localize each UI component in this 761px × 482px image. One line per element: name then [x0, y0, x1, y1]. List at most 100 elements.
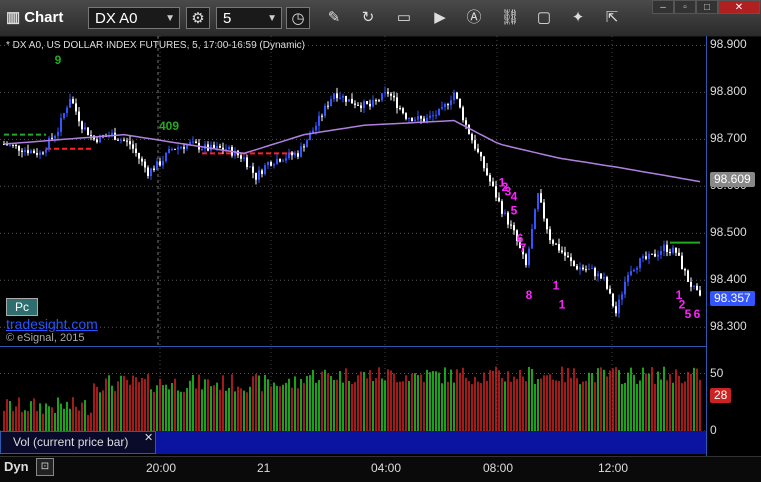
price-bar-body: [126, 140, 128, 142]
price-bar-body: [87, 127, 89, 136]
price-bar-body: [138, 153, 140, 159]
price-bar-body: [414, 119, 416, 122]
price-bar-body: [561, 250, 563, 253]
volume-pane-bar: [156, 431, 706, 454]
sequence-count-label: 5: [511, 203, 518, 217]
price-bar-body: [387, 91, 389, 94]
price-bar-body: [579, 267, 581, 270]
price-bar-body: [405, 113, 407, 119]
price-bar-body: [216, 145, 218, 149]
ma-value-tag: 98.609: [710, 172, 755, 187]
price-bar-body: [249, 166, 251, 168]
price-tick-label: 98.300: [710, 319, 747, 334]
price-bar-body: [432, 115, 434, 117]
price-bar-body: [36, 153, 38, 155]
price-bar-body: [690, 281, 692, 287]
price-bar-body: [420, 116, 422, 119]
price-tick-label: 98.900: [710, 37, 747, 52]
price-bar-body: [240, 155, 242, 159]
price-bar-body: [123, 139, 125, 141]
price-bar-body: [57, 131, 59, 136]
copyright-text: © eSignal, 2015: [6, 332, 85, 344]
price-bar-body: [69, 99, 71, 108]
price-bar-body: [282, 160, 284, 162]
price-bar-body: [501, 201, 503, 214]
price-bar-body: [543, 202, 545, 219]
price-bar-body: [171, 148, 173, 150]
price-bar-body: [114, 132, 116, 140]
price-bar-body: [465, 120, 467, 125]
price-bar-body: [33, 150, 35, 154]
price-bar-body: [96, 139, 98, 143]
price-bar-body: [606, 277, 608, 289]
price-bar-body: [141, 158, 143, 162]
sequence-count-label: 1: [553, 279, 560, 293]
price-bar-body: [576, 265, 578, 270]
tradesight-link[interactable]: tradesight.com: [6, 316, 98, 332]
sequence-annotations: 9409123 4567811125 6: [55, 53, 701, 321]
close-icon[interactable]: ✕: [144, 431, 153, 444]
price-bar-body: [681, 255, 683, 270]
price-bar-body: [507, 212, 509, 225]
price-bar-body: [42, 152, 44, 154]
price-bar-body: [147, 167, 149, 177]
price-bar-body: [480, 152, 482, 157]
price-tick-label: 98.500: [710, 225, 747, 240]
price-bar-body: [66, 107, 68, 114]
price-bar-body: [486, 168, 488, 176]
time-tick-label: 20:00: [146, 461, 177, 475]
price-bar-body: [654, 253, 656, 257]
price-bar-body: [378, 100, 380, 102]
price-bar-body: [303, 146, 305, 148]
price-bar-body: [591, 268, 593, 270]
price-bar-body: [408, 117, 410, 119]
price-bar-body: [72, 99, 74, 104]
price-bar-body: [630, 271, 632, 276]
price-bar-body: [525, 254, 527, 266]
price-bar-body: [150, 168, 152, 177]
price-bar-body: [291, 152, 293, 156]
price-bar-body: [585, 269, 587, 271]
price-bar-body: [513, 225, 515, 231]
price-bar-body: [555, 243, 557, 245]
chart-canvas: 9409123 4567811125 6: [0, 36, 706, 455]
price-bar-body: [54, 135, 56, 139]
price-bar-body: [462, 107, 464, 121]
price-bar-body: [618, 299, 620, 314]
price-bar-body: [510, 224, 512, 226]
price-bar-body: [609, 288, 611, 294]
price-bar-body: [594, 268, 596, 277]
price-bar-body: [678, 252, 680, 256]
price-bar-body: [15, 145, 17, 147]
pane-divider[interactable]: [0, 346, 706, 347]
price-bar-body: [537, 193, 539, 210]
dynamic-label[interactable]: Dyn: [4, 459, 29, 474]
price-bar-body: [564, 252, 566, 256]
price-bar-body: [276, 159, 278, 165]
price-bar-body: [300, 146, 302, 157]
time-tick-label: 21: [257, 461, 271, 475]
lock-icon[interactable]: ⊡: [36, 458, 54, 476]
price-bar-body: [81, 121, 83, 130]
price-bar-body: [330, 99, 332, 107]
price-bar-body: [21, 150, 23, 152]
price-bar-body: [477, 148, 479, 153]
volume-tick-label: 50: [710, 365, 724, 380]
price-bar-body: [684, 269, 686, 271]
price-bars: [3, 86, 701, 318]
price-bar-body: [177, 147, 179, 150]
price-bar-body: [471, 134, 473, 141]
price-bar-body: [135, 148, 137, 154]
price-bar-body: [162, 160, 164, 166]
volume-bars: [3, 366, 701, 431]
pc-badge[interactable]: Pc: [6, 298, 38, 316]
price-bar-body: [306, 140, 308, 148]
price-bar-body: [39, 152, 41, 155]
price-tick-label: 98.700: [710, 131, 747, 146]
price-bar-body: [396, 97, 398, 108]
price-bar-body: [546, 218, 548, 230]
price-bar-body: [552, 240, 554, 244]
price-bar-body: [441, 107, 443, 109]
price-bar-body: [597, 273, 599, 277]
sequence-count-label: 9: [55, 53, 62, 67]
